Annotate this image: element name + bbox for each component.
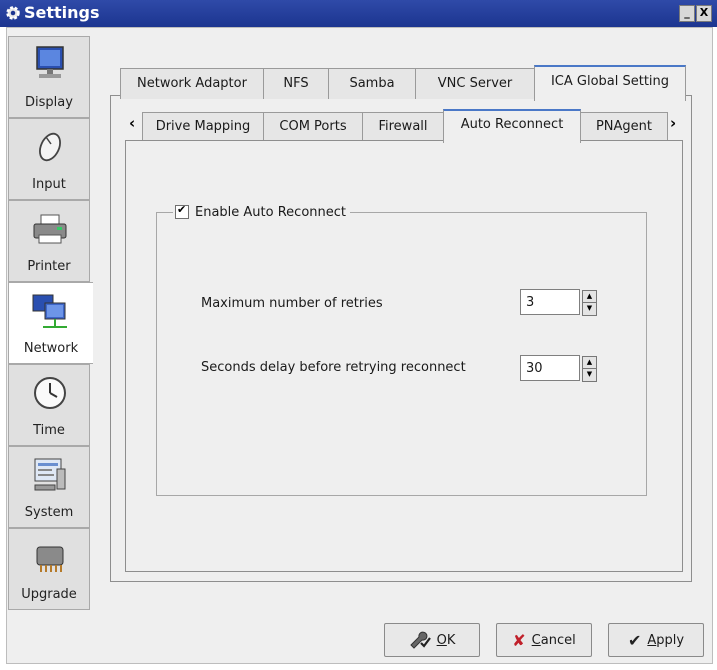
apply-mnemonic: A (647, 632, 657, 648)
sidebar-item-label: Network (23, 341, 79, 356)
max-retries-spinbox[interactable]: 3 ▲ ▼ (520, 289, 606, 317)
sidebar-item-input[interactable]: Input (8, 118, 90, 200)
cancel-label: ancel (540, 632, 576, 648)
enable-auto-reconnect-checkbox[interactable]: Enable Auto Reconnect (173, 202, 350, 222)
tab-auto-reconnect[interactable]: Auto Reconnect (443, 109, 581, 143)
printer-icon (33, 214, 67, 244)
apply-label: pply (656, 632, 685, 648)
tab-network-adaptor[interactable]: Network Adaptor (120, 68, 264, 99)
reconnect-delay-spinbox[interactable]: 30 ▲ ▼ (520, 355, 606, 383)
reconnect-delay-input[interactable]: 30 (520, 355, 580, 381)
tab-firewall[interactable]: Firewall (362, 112, 444, 141)
settings-gear-icon (6, 6, 20, 20)
clock-icon (34, 377, 66, 409)
auto-reconnect-group (156, 212, 647, 496)
window-title: Settings (24, 3, 100, 22)
sidebar-item-label: Time (33, 423, 65, 438)
tab-drive-mapping[interactable]: Drive Mapping (142, 112, 264, 141)
title-bar: Settings _ X (0, 0, 717, 27)
chip-icon (36, 546, 64, 572)
spin-down-icon[interactable]: ▼ (582, 302, 597, 316)
spin-down-icon[interactable]: ▼ (582, 368, 597, 382)
x-icon: ✘ (512, 630, 526, 650)
cancel-mnemonic: C (531, 632, 541, 648)
ok-label: K (446, 632, 456, 648)
sidebar-item-time[interactable]: Time (8, 364, 90, 446)
close-button[interactable]: X (696, 5, 712, 22)
sidebar-item-display[interactable]: Display (8, 36, 90, 118)
sidebar-item-label: Input (32, 177, 66, 192)
sidebar-item-network[interactable]: Network (8, 282, 93, 364)
tab-ica-global-setting[interactable]: ICA Global Setting (534, 65, 686, 101)
sidebar-item-label: Upgrade (21, 587, 77, 602)
wrench-check-icon (409, 631, 431, 649)
tab-com-ports[interactable]: COM Ports (263, 112, 363, 141)
tab-samba[interactable]: Samba (328, 68, 416, 99)
tab-scroll-left-button[interactable]: ‹ (129, 114, 135, 132)
max-retries-input[interactable]: 3 (520, 289, 580, 315)
ok-button[interactable]: OK (384, 623, 480, 657)
checkbox-checked-icon[interactable] (175, 203, 189, 219)
sidebar-item-label: Display (25, 95, 73, 110)
ok-mnemonic: O (436, 632, 447, 648)
category-sidebar: Display Input Printer Network Time Syste… (8, 36, 93, 616)
tab-vnc-server[interactable]: VNC Server (415, 68, 535, 99)
cancel-button[interactable]: ✘ Cancel (496, 623, 592, 657)
mouse-icon (39, 132, 61, 162)
tab-scroll-right-button[interactable]: › (670, 114, 676, 132)
sidebar-item-label: System (24, 505, 74, 520)
network-icon (32, 294, 67, 328)
system-icon (34, 458, 66, 491)
max-retries-label: Maximum number of retries (201, 296, 383, 311)
enable-auto-reconnect-label: Enable Auto Reconnect (195, 204, 346, 220)
sidebar-item-label: Printer (27, 259, 71, 274)
sidebar-item-printer[interactable]: Printer (8, 200, 90, 282)
apply-button[interactable]: ✔ Apply (608, 623, 704, 657)
reconnect-delay-label: Seconds delay before retrying reconnect (201, 360, 466, 375)
check-icon: ✔ (627, 630, 642, 650)
minimize-button[interactable]: _ (679, 5, 695, 22)
tab-pnagent[interactable]: PNAgent (580, 112, 668, 141)
sidebar-item-upgrade[interactable]: Upgrade (8, 528, 90, 610)
monitor-icon (36, 46, 64, 78)
tab-nfs[interactable]: NFS (263, 68, 329, 99)
sidebar-item-system[interactable]: System (8, 446, 90, 528)
